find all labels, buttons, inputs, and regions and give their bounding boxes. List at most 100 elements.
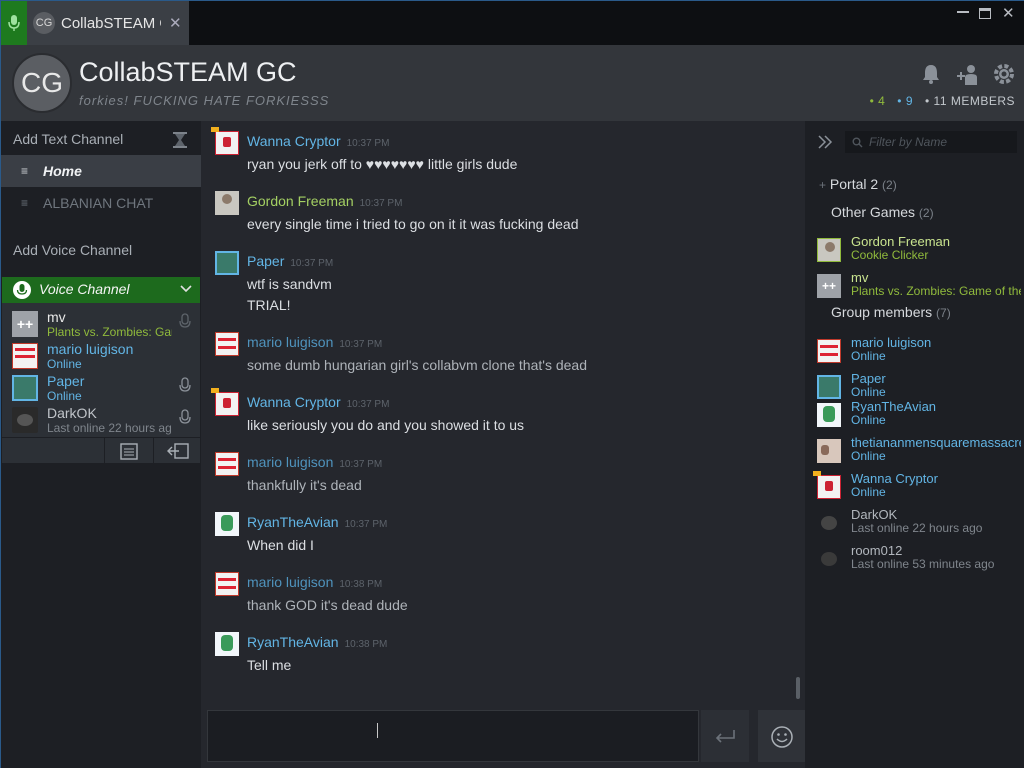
message-author[interactable]: Wanna Cryptor 10:37 PM [247, 394, 389, 410]
member-name: Paper [851, 371, 886, 386]
voice-channel-header[interactable]: Voice Channel [2, 277, 200, 303]
voice-user[interactable]: mario luigison Online [2, 339, 200, 371]
channel-sidebar: Add Text Channel ≡ Home ≡ ALBANIAN CHAT … [1, 121, 201, 768]
member-name: Wanna Cryptor [851, 471, 938, 486]
message-text: thankfully it's dead [247, 477, 362, 493]
member-row[interactable]: thetiananmensquaremassacre Online [805, 435, 1024, 469]
message-text: like seriously you do and you showed it … [247, 417, 525, 433]
channel-albanian-chat[interactable]: ≡ ALBANIAN CHAT [1, 187, 201, 219]
voice-user[interactable]: Paper Online [2, 371, 200, 403]
emoticon-icon[interactable] [770, 725, 794, 749]
message-text: Tell me [247, 657, 292, 673]
message-input-bar [201, 706, 805, 768]
channel-home[interactable]: ≡ Home [1, 155, 201, 187]
chat-log: Wanna Cryptor 10:37 PM ryan you jerk off … [201, 121, 805, 706]
user-avatar: ++ [817, 274, 841, 298]
message-time: 10:37 PM [359, 198, 403, 209]
voice-channel-icon [13, 281, 31, 299]
member-status: Online [851, 485, 886, 499]
message-text: some dumb hungarian girl's collabvm clon… [247, 357, 587, 373]
message-author[interactable]: mario luigison 10:38 PM [247, 574, 382, 590]
tab-collabsteam[interactable]: CG CollabSTEAM G ✕ [1, 1, 189, 45]
voice-user[interactable]: ++ mv Plants vs. Zombies: Game of the Ye… [2, 307, 200, 339]
member-row[interactable]: ++ mv Plants vs. Zombies: Game of the Ye… [805, 270, 1024, 304]
voice-channel-title: Voice Channel [39, 281, 130, 297]
message-author[interactable]: mario luigison 10:37 PM [247, 454, 382, 470]
message-author[interactable]: RyanTheAvian 10:37 PM [247, 514, 387, 530]
member-row[interactable]: DarkOK Last online 22 hours ago [805, 507, 1024, 541]
group-tagline: forkies! FUCKING HATE FORKIESSS [79, 93, 330, 108]
group-avatar: CG [12, 53, 72, 113]
member-status: Online [851, 413, 886, 427]
notepad-icon[interactable] [119, 442, 139, 460]
member-status: Online [851, 349, 886, 363]
user-avatar [215, 512, 239, 536]
user-avatar [215, 332, 239, 356]
user-avatar [817, 475, 841, 499]
member-status: Cookie Clicker [851, 248, 929, 262]
tab-title: CollabSTEAM G [61, 14, 161, 32]
send-button[interactable] [701, 710, 749, 762]
leave-voice-icon[interactable] [167, 443, 189, 459]
voice-user-name: DarkOK [47, 405, 97, 421]
member-row[interactable]: mario luigison Online [805, 335, 1024, 369]
message-text: wtf is sandvm [247, 276, 332, 292]
chat-scrollbar[interactable] [796, 677, 800, 699]
filter-input[interactable]: Filter by Name [845, 131, 1017, 153]
member-status: Online [851, 449, 886, 463]
category-group-members[interactable]: Group members (7) [831, 304, 951, 320]
message-author[interactable]: Gordon Freeman 10:37 PM [247, 193, 402, 209]
voice-user-status: Online [47, 389, 82, 403]
channel-list-icon: ≡ [21, 164, 29, 178]
member-name: mario luigison [851, 335, 932, 350]
user-avatar [817, 403, 841, 427]
gear-icon[interactable] [993, 63, 1015, 85]
message-author[interactable]: mario luigison 10:37 PM [247, 334, 382, 350]
mic-icon [1, 1, 27, 45]
close-tab-icon[interactable]: ✕ [169, 14, 182, 32]
voice-user-name: Paper [47, 373, 85, 389]
message-input[interactable] [207, 710, 699, 762]
channel-list-icon: ≡ [21, 196, 29, 210]
member-row[interactable]: RyanTheAvian Online [805, 399, 1024, 433]
member-name: thetiananmensquaremassacre [851, 435, 1021, 450]
mic-icon [179, 377, 191, 392]
member-row[interactable]: room012 Last online 53 minutes ago [805, 543, 1024, 577]
voice-user-name: mv [47, 309, 66, 325]
message-author[interactable]: RyanTheAvian 10:38 PM [247, 634, 387, 650]
message-time: 10:38 PM [339, 579, 383, 590]
user-avatar [817, 339, 841, 363]
message-author[interactable]: Paper 10:37 PM [247, 253, 333, 269]
minimize-icon[interactable] [957, 11, 969, 13]
invite-friend-icon[interactable] [955, 63, 981, 87]
member-row[interactable]: Gordon Freeman Cookie Clicker [805, 234, 1024, 268]
message-text: ryan you jerk off to ♥♥♥♥♥♥♥ little girl… [247, 156, 518, 172]
voice-user-status: Plants vs. Zombies: Game of the Year [47, 325, 172, 339]
voice-user[interactable]: DarkOK Last online 22 hours ago [2, 403, 200, 435]
user-avatar [817, 511, 841, 535]
tab-avatar: CG [33, 12, 55, 34]
hourglass-icon[interactable] [172, 131, 188, 149]
text-cursor [377, 723, 378, 738]
message-author[interactable]: Wanna Cryptor 10:37 PM [247, 133, 389, 149]
member-status: Online [851, 385, 886, 399]
message-time: 10:37 PM [339, 339, 383, 350]
member-status: Plants vs. Zombies: Game of the Year [851, 284, 1021, 298]
member-name: room012 [851, 543, 903, 558]
category-other-games[interactable]: Other Games (2) [831, 204, 934, 220]
category-label: Group members [831, 304, 933, 320]
members-count[interactable]: • 11 MEMBERS [925, 94, 1015, 108]
bell-icon[interactable] [920, 63, 942, 85]
category-portal[interactable]: + Portal 2 (2) [819, 176, 897, 192]
search-icon [852, 137, 863, 147]
maximize-icon[interactable] [979, 8, 991, 19]
collapse-panel-icon[interactable] [817, 135, 833, 149]
close-window-icon[interactable]: ✕ [1002, 4, 1015, 22]
mic-icon [179, 409, 191, 424]
crown-icon [813, 471, 821, 476]
user-avatar [817, 238, 841, 262]
crown-icon [211, 388, 219, 393]
add-voice-channel-button[interactable]: Add Voice Channel [13, 242, 213, 258]
chevron-down-icon[interactable] [180, 285, 192, 293]
member-row[interactable]: Wanna Cryptor Online [805, 471, 1024, 505]
